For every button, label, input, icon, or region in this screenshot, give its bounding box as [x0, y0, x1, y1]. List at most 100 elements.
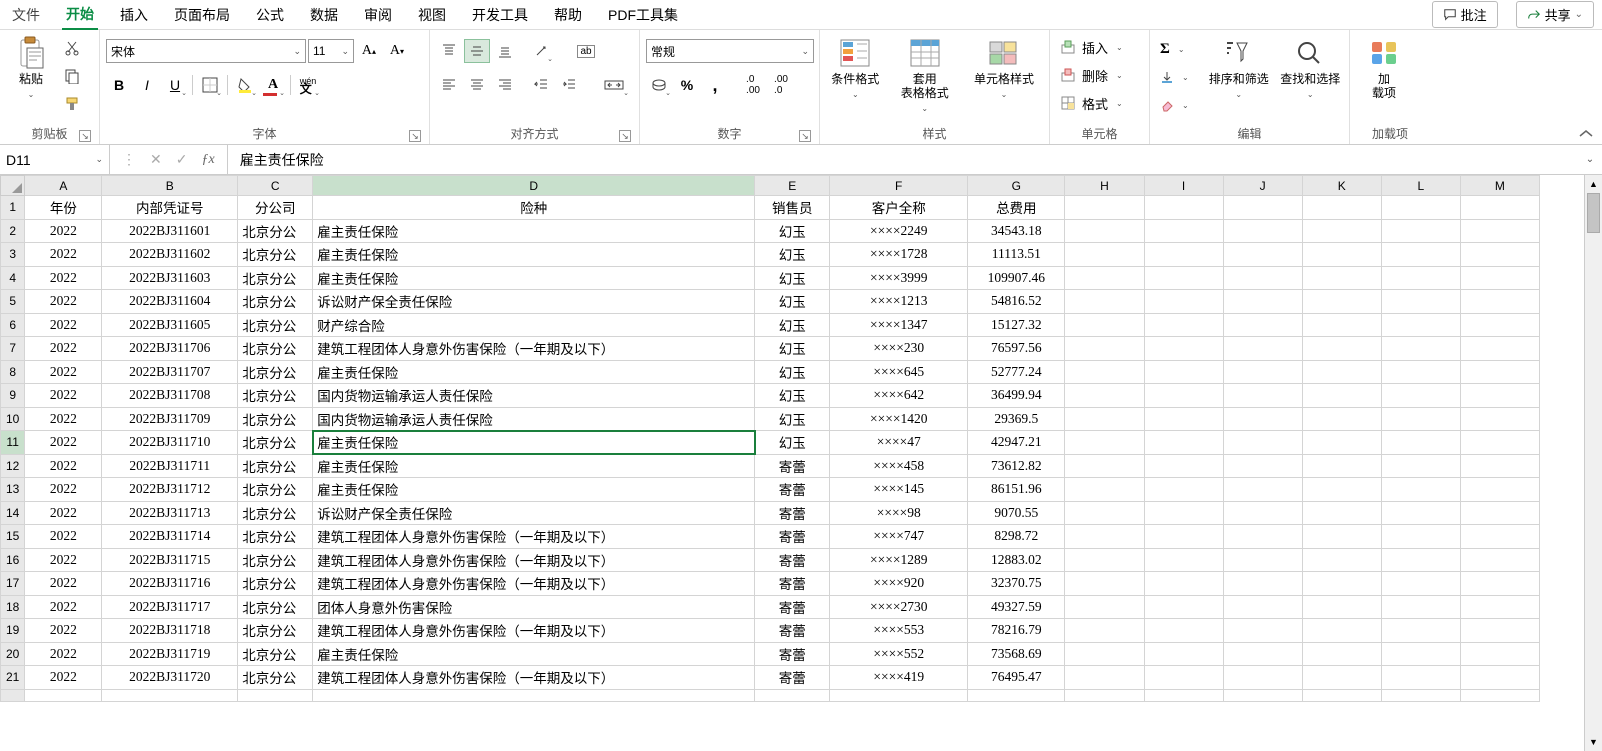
decrease-decimal-button[interactable]: .00.0: [768, 73, 794, 97]
row-header-1[interactable]: 1: [1, 196, 25, 220]
row-header-13[interactable]: 13: [1, 478, 25, 502]
cell[interactable]: 雇主责任保险: [313, 431, 755, 455]
cell[interactable]: [1381, 219, 1460, 243]
cell[interactable]: 2022BJ311710: [102, 431, 238, 455]
cell[interactable]: [1065, 666, 1144, 690]
cell[interactable]: 总费用: [968, 196, 1065, 220]
cell[interactable]: [1460, 619, 1539, 643]
cell[interactable]: 北京分公: [238, 525, 313, 549]
format-painter-button[interactable]: [62, 94, 82, 114]
row-header-7[interactable]: 7: [1, 337, 25, 361]
cell[interactable]: [1302, 689, 1381, 701]
align-middle-button[interactable]: [464, 39, 490, 63]
cell[interactable]: [1065, 454, 1144, 478]
cell[interactable]: 北京分公: [238, 478, 313, 502]
scroll-down-button[interactable]: ▼: [1585, 733, 1602, 751]
cell[interactable]: [1460, 407, 1539, 431]
cell[interactable]: 29369.5: [968, 407, 1065, 431]
cell[interactable]: 寄蕾: [755, 525, 830, 549]
cell[interactable]: [1460, 431, 1539, 455]
cell[interactable]: 73612.82: [968, 454, 1065, 478]
cell[interactable]: [1144, 478, 1223, 502]
cell[interactable]: [1144, 595, 1223, 619]
decrease-indent-button[interactable]: [528, 73, 554, 97]
cell[interactable]: [1223, 501, 1302, 525]
cell[interactable]: [1460, 266, 1539, 290]
expand-formula-bar-button[interactable]: ⌄: [1578, 154, 1602, 165]
cell[interactable]: [1223, 313, 1302, 337]
cell[interactable]: 54816.52: [968, 290, 1065, 314]
cell[interactable]: 2022BJ311716: [102, 572, 238, 596]
cell[interactable]: 2022BJ311706: [102, 337, 238, 361]
cell[interactable]: [1381, 407, 1460, 431]
cell[interactable]: 2022: [25, 290, 102, 314]
row-header-4[interactable]: 4: [1, 266, 25, 290]
dialog-launcher[interactable]: ↘: [79, 130, 91, 142]
cell[interactable]: [1223, 642, 1302, 666]
cell[interactable]: 北京分公: [238, 313, 313, 337]
cell[interactable]: 2022BJ311711: [102, 454, 238, 478]
cell[interactable]: [1460, 666, 1539, 690]
cell[interactable]: [1381, 384, 1460, 408]
cell[interactable]: 建筑工程团体人身意外伤害保险（一年期及以下）: [313, 619, 755, 643]
row-header-6[interactable]: 6: [1, 313, 25, 337]
cell[interactable]: [1223, 619, 1302, 643]
tab-help[interactable]: 帮助: [550, 1, 586, 29]
cell[interactable]: [1302, 619, 1381, 643]
cell[interactable]: [1381, 243, 1460, 267]
find-select-button[interactable]: 查找和选择⌄: [1278, 34, 1344, 120]
cell[interactable]: 建筑工程团体人身意外伤害保险（一年期及以下）: [313, 666, 755, 690]
cell[interactable]: 2022: [25, 478, 102, 502]
cell[interactable]: [1144, 431, 1223, 455]
cell[interactable]: [1302, 548, 1381, 572]
cell[interactable]: [1144, 407, 1223, 431]
col-header-I[interactable]: I: [1144, 176, 1223, 196]
cell[interactable]: 2022: [25, 642, 102, 666]
fx-button[interactable]: ƒx: [201, 152, 214, 168]
cell[interactable]: 北京分公: [238, 431, 313, 455]
row-header-5[interactable]: 5: [1, 290, 25, 314]
cell[interactable]: 2022BJ311603: [102, 266, 238, 290]
col-header-L[interactable]: L: [1381, 176, 1460, 196]
bold-button[interactable]: B: [106, 73, 132, 97]
align-bottom-button[interactable]: [492, 39, 518, 63]
col-header-B[interactable]: B: [102, 176, 238, 196]
cell[interactable]: [1144, 196, 1223, 220]
row-header-2[interactable]: 2: [1, 219, 25, 243]
cell[interactable]: 2022BJ311719: [102, 642, 238, 666]
cell[interactable]: 险种: [313, 196, 755, 220]
cell[interactable]: [1223, 478, 1302, 502]
cell[interactable]: 幻玉: [755, 290, 830, 314]
cell[interactable]: 2022BJ311714: [102, 525, 238, 549]
cell[interactable]: [1223, 196, 1302, 220]
cell[interactable]: [1302, 219, 1381, 243]
cell[interactable]: [1302, 572, 1381, 596]
cell[interactable]: ××××458: [830, 454, 968, 478]
cell[interactable]: 北京分公: [238, 595, 313, 619]
col-header-A[interactable]: A: [25, 176, 102, 196]
cell[interactable]: 北京分公: [238, 266, 313, 290]
col-header-E[interactable]: E: [755, 176, 830, 196]
cell[interactable]: [1065, 689, 1144, 701]
share-button[interactable]: 共享 ⌄: [1516, 1, 1594, 28]
cell[interactable]: [1381, 266, 1460, 290]
cell[interactable]: 幻玉: [755, 360, 830, 384]
cell[interactable]: 建筑工程团体人身意外伤害保险（一年期及以下）: [313, 337, 755, 361]
row-header-22[interactable]: [1, 689, 25, 701]
cell[interactable]: [1381, 572, 1460, 596]
cell[interactable]: [238, 689, 313, 701]
cell[interactable]: 2022BJ311601: [102, 219, 238, 243]
cell[interactable]: 2022: [25, 548, 102, 572]
cell[interactable]: 北京分公: [238, 501, 313, 525]
tab-data[interactable]: 数据: [306, 1, 342, 29]
cell[interactable]: [1302, 478, 1381, 502]
cell[interactable]: ××××1347: [830, 313, 968, 337]
cell[interactable]: 8298.72: [968, 525, 1065, 549]
accept-formula-button[interactable]: ✓: [176, 151, 188, 168]
cell[interactable]: 2022BJ311707: [102, 360, 238, 384]
cell[interactable]: 2022: [25, 360, 102, 384]
col-header-J[interactable]: J: [1223, 176, 1302, 196]
cell[interactable]: [1065, 595, 1144, 619]
cell[interactable]: ××××642: [830, 384, 968, 408]
cell[interactable]: [1460, 642, 1539, 666]
